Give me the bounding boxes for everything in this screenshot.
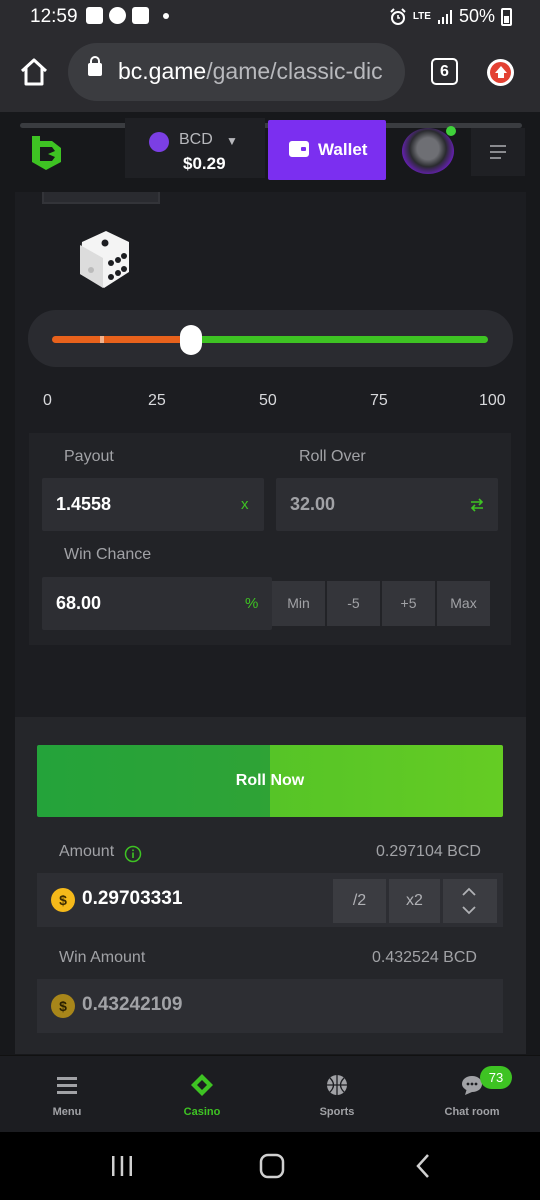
balance-value: $0.29 [183,154,226,173]
win-amount-label: Win Amount [59,949,146,966]
panel-tab-stub [42,192,160,204]
signal-icon [437,9,452,24]
address-bar[interactable]: bc.game/game/classic-dic [68,43,405,101]
slider-tick: 50 [259,392,277,409]
roll-now-button[interactable]: Roll Now [37,745,503,817]
payout-suffix: x [241,496,249,513]
nav-menu-label: Menu [52,1106,82,1118]
slider-tick: 100 [479,392,506,409]
status-bar: 12:59 LTE 50% [0,0,540,34]
double-button[interactable]: x2 [389,879,440,923]
nav-chat-label: Chat room [444,1106,500,1118]
online-indicator [446,126,456,136]
nav-sports-label: Sports [319,1106,355,1118]
nav-casino-label: Casino [183,1106,221,1118]
slider-last-roll-marker [100,336,104,343]
vivaldi-notification-icon [132,7,149,24]
header-menu-button[interactable] [471,128,525,176]
currency-selector[interactable]: BCD ▼ $0.29 [125,118,265,178]
win-chance-label: Win Chance [64,546,152,563]
notification-icons [86,7,169,24]
home-icon[interactable] [18,56,50,88]
amount-value: 0.29703331 [82,888,183,909]
tab-switcher-button[interactable]: 6 [431,58,458,85]
win-amount-bcd: 0.432524 BCD [372,949,477,966]
roll-over-value: 32.00 [290,494,336,514]
menu-line [490,145,506,147]
min-button[interactable]: Min [272,581,325,626]
coin-icon: $ [51,994,75,1018]
payout-input[interactable]: 1.4558 x [42,478,264,531]
minus-five-button[interactable]: -5 [327,581,380,626]
casino-icon [191,1074,213,1096]
roll-over-input[interactable]: 32.00 [276,478,498,531]
gallery-notification-icon [86,7,103,24]
win-amount-field: $ 0.43242109 [37,979,503,1033]
lock-icon [88,56,102,76]
recent-apps-icon[interactable] [110,1154,134,1178]
back-icon[interactable] [414,1153,432,1179]
currency-code: BCD [179,131,213,148]
menu-line [490,151,506,153]
info-icon[interactable] [124,845,142,863]
url-text: bc.game/game/classic-dic [118,58,383,84]
max-button[interactable]: Max [437,581,490,626]
bcd-coin-icon [149,132,169,152]
battery-percent: 50% [458,6,495,26]
browser-toolbar: bc.game/game/classic-dic 6 [0,34,540,112]
avatar[interactable] [402,126,456,174]
payout-value: 1.4558 [56,494,112,514]
half-button[interactable]: /2 [333,879,386,923]
nav-menu[interactable]: Menu [27,1056,107,1133]
roll-slider-handle[interactable] [180,325,202,355]
slider-tick: 0 [43,392,52,409]
network-type: LTE [412,11,431,22]
win-chance-suffix: % [245,595,259,612]
system-nav-bar [0,1132,540,1200]
home-nav-icon[interactable] [259,1153,285,1179]
amount-bcd: 0.297104 BCD [376,843,481,860]
update-icon[interactable] [487,59,514,86]
battery-icon [501,7,512,26]
slider-win-range [190,336,488,343]
amount-label: Amount [59,843,115,860]
menu-line [490,157,501,159]
basketball-icon [327,1075,347,1095]
app-header: BCD ▼ $0.29 Wallet [0,112,540,192]
chat-unread-badge: 73 [480,1066,512,1089]
roll-over-label: Roll Over [299,448,366,465]
coin-icon: $ [51,888,75,912]
dice-icon [80,231,129,288]
bc-logo-icon[interactable] [28,132,64,172]
wallet-button[interactable]: Wallet [268,120,386,180]
swap-icon[interactable] [470,498,484,512]
win-chance-value: 68.00 [56,593,102,613]
win-amount-value: 0.43242109 [82,994,183,1015]
menu-icon [57,1077,77,1094]
slider-tick: 25 [148,392,166,409]
wallet-icon [289,141,309,157]
win-chance-input[interactable]: 68.00 % [42,577,272,630]
nav-sports[interactable]: Sports [297,1056,377,1133]
plus-five-button[interactable]: +5 [382,581,435,626]
bottom-nav: Menu Casino Sports Chat room [0,1055,540,1132]
nav-casino[interactable]: Casino [162,1056,242,1133]
wallet-label: Wallet [318,140,368,159]
chevron-up-icon[interactable] [462,887,476,896]
whatsapp-notification-icon [109,7,126,24]
chevron-down-icon: ▼ [226,134,238,148]
alarm-icon [390,7,406,25]
chevron-down-icon[interactable] [462,906,476,915]
payout-label: Payout [64,448,114,465]
status-right: LTE 50% [389,6,512,27]
more-notifications-icon [163,12,169,19]
amount-stepper[interactable] [443,879,497,923]
slider-lose-range [52,336,190,343]
slider-tick: 75 [370,392,388,409]
status-time: 12:59 [30,6,78,27]
